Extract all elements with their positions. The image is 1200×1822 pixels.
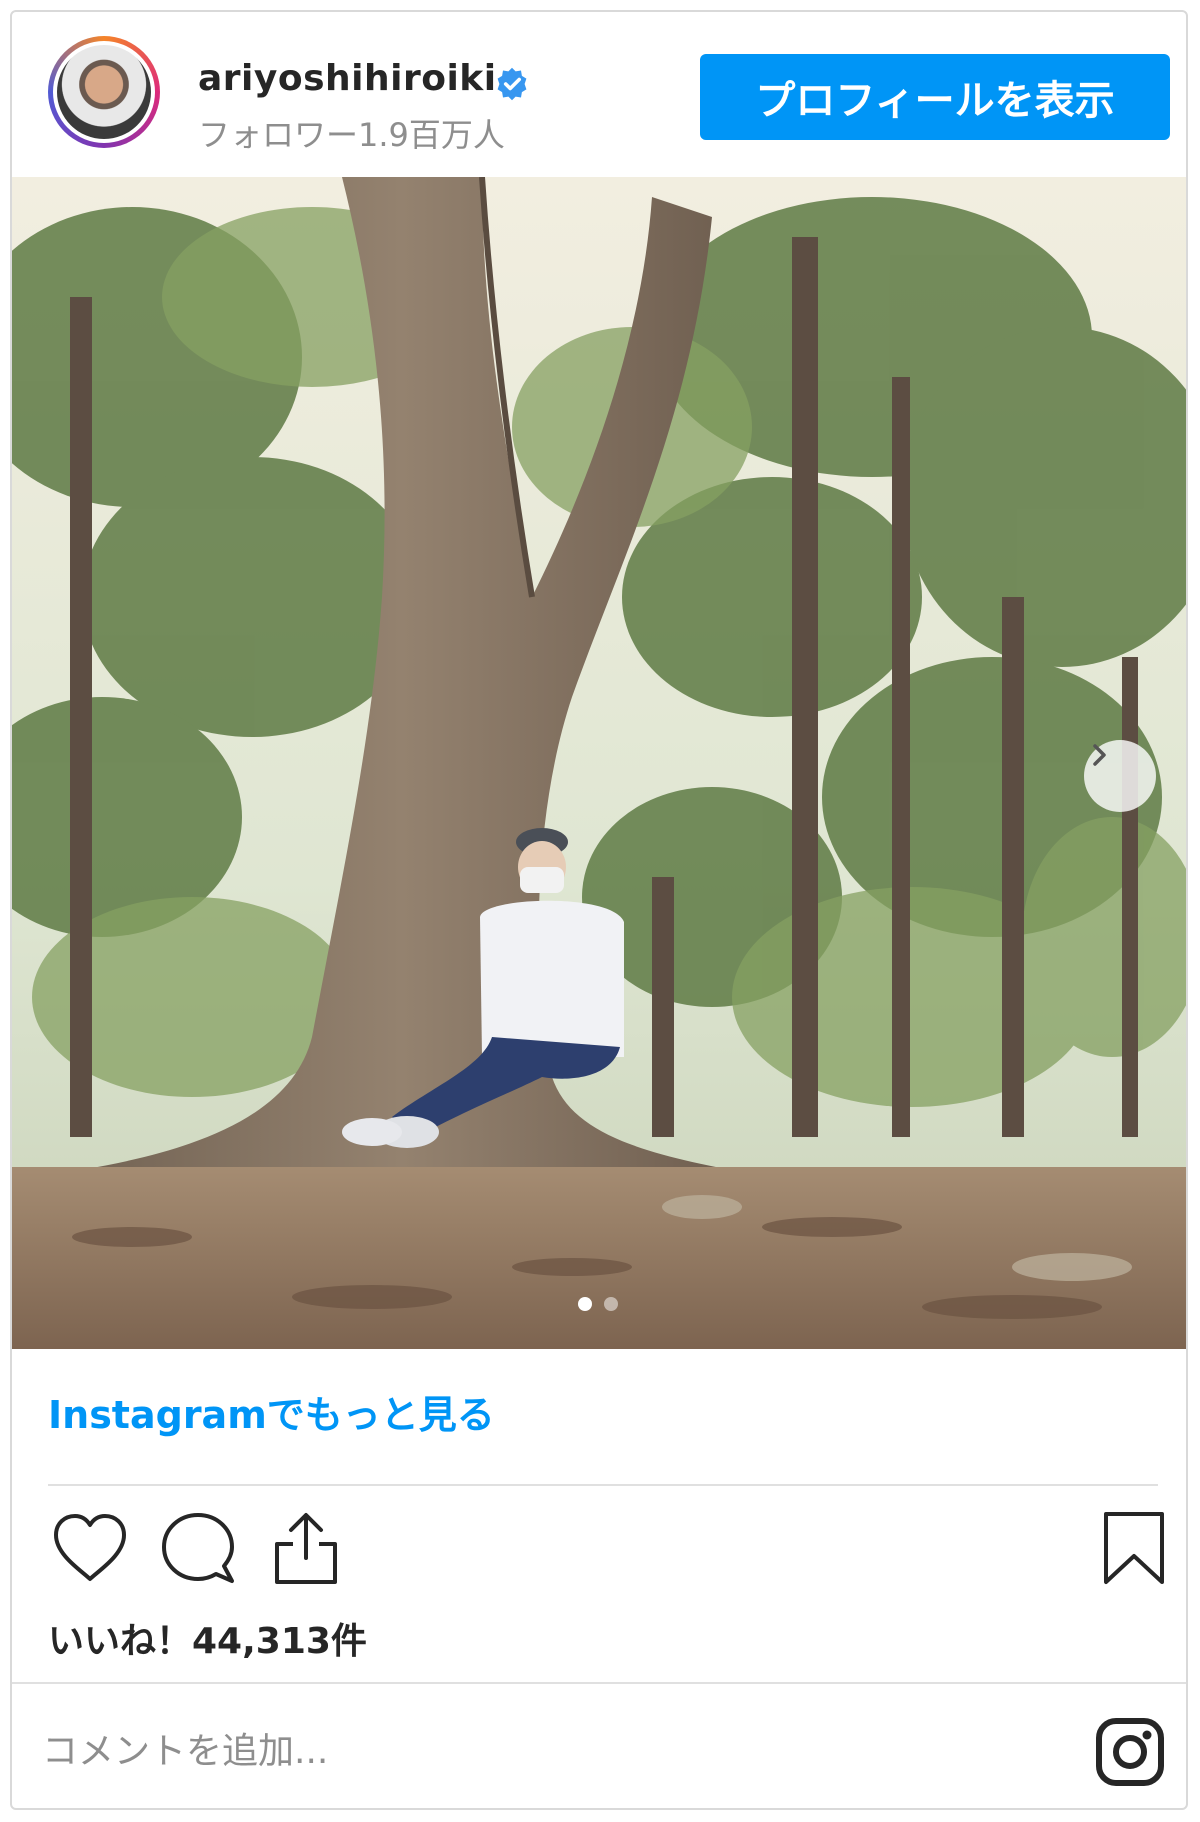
- divider: [12, 1682, 1186, 1684]
- view-more-on-instagram-link[interactable]: Instagramでもっと見る: [48, 1384, 495, 1439]
- avatar[interactable]: [48, 36, 160, 148]
- carousel-dot-2: [604, 1297, 618, 1311]
- follower-count: フォロワー1.9百万人: [198, 116, 505, 154]
- view-profile-button[interactable]: プロフィールを表示: [700, 54, 1170, 140]
- save-button[interactable]: [1092, 1506, 1176, 1590]
- username[interactable]: ariyoshihiroiki: [198, 58, 497, 99]
- forest-scene-image: [12, 177, 1186, 1349]
- post-header: ariyoshihiroiki フォロワー1.9百万人 プロフィールを表示: [12, 12, 1186, 177]
- carousel-dot-1: [578, 1297, 592, 1311]
- avatar-image: [57, 45, 151, 139]
- verified-badge-icon: [497, 67, 527, 101]
- instagram-logo-icon[interactable]: [1094, 1716, 1166, 1788]
- share-icon: [275, 1513, 337, 1584]
- chevron-right-icon: [1093, 744, 1106, 766]
- comment-input[interactable]: [40, 1718, 944, 1784]
- like-button[interactable]: [48, 1506, 132, 1590]
- heart-icon: [54, 1514, 126, 1581]
- bookmark-icon: [1104, 1512, 1164, 1584]
- share-button[interactable]: [264, 1506, 348, 1590]
- instagram-embed-card: ariyoshihiroiki フォロワー1.9百万人 プロフィールを表示 In…: [10, 10, 1188, 1810]
- divider: [48, 1484, 1158, 1486]
- comment-bubble-icon: [162, 1513, 234, 1583]
- carousel-next-button[interactable]: [1084, 740, 1156, 812]
- post-photo[interactable]: [12, 177, 1186, 1349]
- carousel-dots: [578, 1297, 618, 1311]
- like-count: いいね！44,313件: [48, 1621, 367, 1662]
- action-bar: [12, 1506, 1186, 1602]
- comment-button[interactable]: [156, 1506, 240, 1590]
